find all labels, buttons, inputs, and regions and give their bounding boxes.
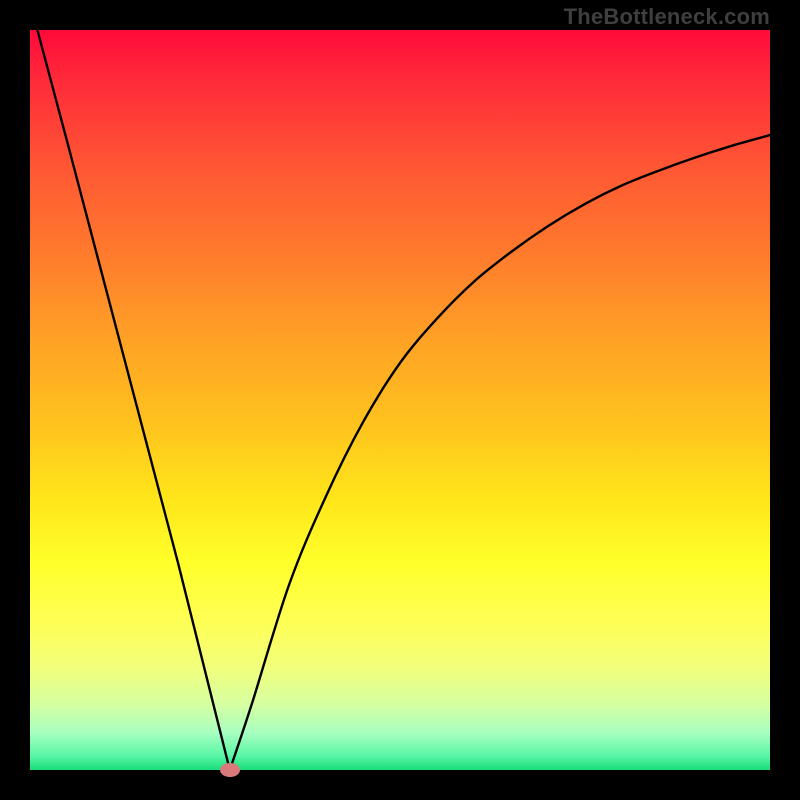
- minimum-marker: [220, 763, 240, 777]
- bottleneck-curve: [30, 30, 770, 770]
- chart-frame: TheBottleneck.com: [0, 0, 800, 800]
- watermark-text: TheBottleneck.com: [564, 4, 770, 30]
- plot-area: [30, 30, 770, 770]
